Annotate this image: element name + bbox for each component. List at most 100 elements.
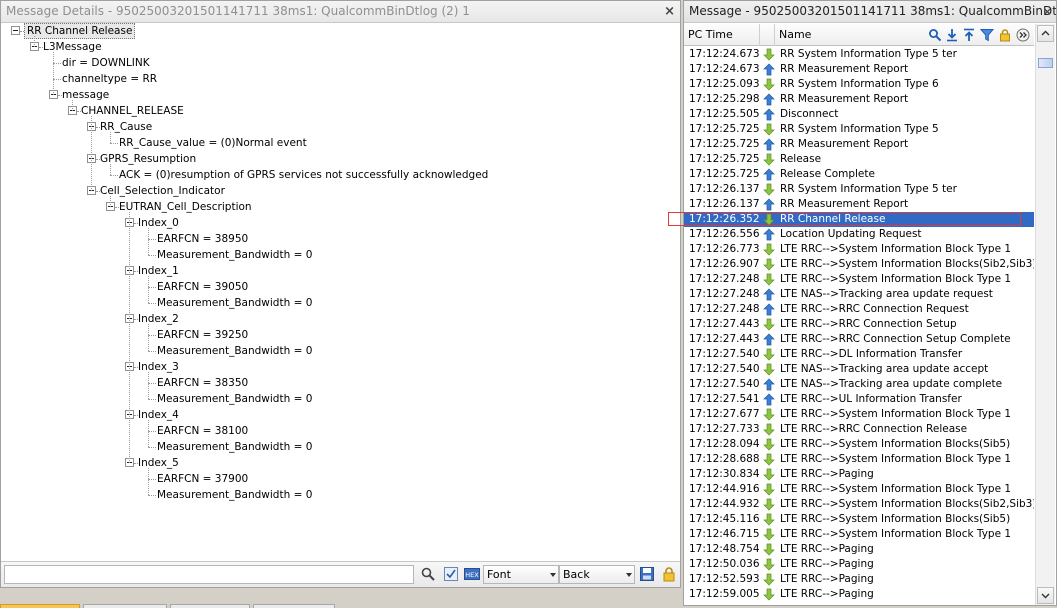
message-row[interactable]: 17:12:25.725 Release [684, 152, 1034, 167]
filter-icon[interactable] [980, 28, 994, 42]
tree-node-label: EARFCN = 39050 [157, 281, 249, 293]
message-row[interactable]: 17:12:24.673 RR System Information Type 5… [684, 47, 1034, 62]
close-icon[interactable]: × [664, 1, 675, 22]
scroll-up-button[interactable] [1037, 25, 1054, 42]
tree-leaf[interactable]: Measurement_Bandwidth = 0 [1, 247, 671, 263]
bottom-tab[interactable] [253, 604, 335, 608]
tree-node-expandable[interactable]: Index_5 [1, 455, 671, 471]
upload-icon[interactable] [962, 28, 976, 42]
font-combo[interactable]: Font [483, 565, 559, 584]
message-row[interactable]: 17:12:50.036 LTE RRC-->Paging [684, 557, 1034, 572]
message-row[interactable]: 17:12:25.298 RR Measurement Report [684, 92, 1034, 107]
tree-node-label: Index_3 [138, 361, 179, 373]
tree-node-expandable[interactable]: GPRS_Resumption [1, 151, 671, 167]
message-row[interactable]: 17:12:27.540 LTE NAS-->Tracking area upda… [684, 377, 1034, 392]
tree-node-expandable[interactable]: Index_4 [1, 407, 671, 423]
column-header-direction[interactable] [760, 24, 775, 46]
tree-node-expandable[interactable]: message [1, 87, 671, 103]
arrow-up-icon [763, 108, 775, 121]
tree-leaf[interactable]: Measurement_Bandwidth = 0 [1, 487, 671, 503]
bottom-tab[interactable] [170, 604, 250, 608]
message-row[interactable]: 17:12:25.725 Release Complete [684, 167, 1034, 182]
message-row[interactable]: 17:12:25.505 Disconnect [684, 107, 1034, 122]
message-row[interactable]: 17:12:26.137 RR Measurement Report [684, 197, 1034, 212]
message-row[interactable]: 17:12:27.540 LTE RRC-->DL Information Tra… [684, 347, 1034, 362]
message-row[interactable]: 17:12:45.116 LTE RRC-->System Information… [684, 512, 1034, 527]
tree-node-expandable[interactable]: EUTRAN_Cell_Description [1, 199, 671, 215]
message-row[interactable]: 17:12:27.733 LTE RRC-->RRC Connection Rel… [684, 422, 1034, 437]
lock-icon[interactable] [661, 566, 677, 582]
message-row[interactable]: 17:12:52.593 LTE RRC-->Paging [684, 572, 1034, 587]
message-row[interactable]: 17:12:27.443 LTE RRC-->RRC Connection Set… [684, 332, 1034, 347]
message-row[interactable]: 17:12:24.673 RR Measurement Report [684, 62, 1034, 77]
check-cell-icon[interactable] [443, 566, 459, 582]
bottom-tab[interactable] [83, 604, 167, 608]
message-row[interactable]: 17:12:26.137 RR System Information Type 5… [684, 182, 1034, 197]
tree-node-expandable[interactable]: Index_0 [1, 215, 671, 231]
vertical-scrollbar[interactable] [1035, 24, 1055, 605]
more-icon[interactable] [1016, 28, 1030, 42]
tree-leaf[interactable]: EARFCN = 39250 [1, 327, 671, 343]
column-header-name[interactable]: Name [775, 24, 925, 46]
tree-leaf[interactable]: Measurement_Bandwidth = 0 [1, 391, 671, 407]
message-row[interactable]: 17:12:27.443 LTE RRC-->RRC Connection Set… [684, 317, 1034, 332]
message-row[interactable]: 17:12:59.005 LTE RRC-->Paging [684, 587, 1034, 602]
column-header-time[interactable]: PC Time [684, 24, 760, 46]
tree-leaf[interactable]: channeltype = RR [1, 71, 671, 87]
message-row[interactable]: 17:12:46.715 LTE RRC-->System Information… [684, 527, 1034, 542]
tree-leaf[interactable]: Measurement_Bandwidth = 0 [1, 295, 671, 311]
message-row[interactable]: 17:12:28.688 LTE RRC-->System Information… [684, 452, 1034, 467]
bottom-tab-active[interactable] [0, 604, 80, 608]
tree-node-expandable[interactable]: RR_Cause [1, 119, 671, 135]
message-row[interactable]: 17:12:44.916 LTE RRC-->System Information… [684, 482, 1034, 497]
search-input[interactable] [4, 565, 414, 584]
tree-leaf[interactable]: Measurement_Bandwidth = 0 [1, 439, 671, 455]
search-icon[interactable] [928, 28, 942, 42]
tree-node-expandable[interactable]: L3Message [1, 39, 671, 55]
message-row[interactable]: 17:12:26.352 RR Channel Release [684, 212, 1034, 227]
message-row[interactable]: 17:12:25.725 RR Measurement Report [684, 137, 1034, 152]
close-icon[interactable]: × [1043, 1, 1052, 22]
search-icon[interactable] [420, 566, 436, 582]
tree-node-expandable[interactable]: RR Channel Release [1, 23, 671, 39]
tree-leaf[interactable]: Measurement_Bandwidth = 0 [1, 343, 671, 359]
tree-leaf[interactable]: EARFCN = 38950 [1, 231, 671, 247]
lock-icon[interactable] [998, 28, 1012, 42]
message-time: 17:12:26.352 [689, 213, 760, 225]
tree-leaf[interactable]: ACK = (0)resumption of GPRS services not… [1, 167, 671, 183]
message-row[interactable]: 17:12:48.754 LTE RRC-->Paging [684, 542, 1034, 557]
scroll-thumb[interactable] [1038, 58, 1053, 68]
message-row[interactable]: 17:12:27.248 LTE RRC-->RRC Connection Req… [684, 302, 1034, 317]
tree-node-expandable[interactable]: Index_1 [1, 263, 671, 279]
message-row[interactable]: 17:12:27.540 LTE NAS-->Tracking area upda… [684, 362, 1034, 377]
tree-leaf[interactable]: EARFCN = 38350 [1, 375, 671, 391]
tree-leaf[interactable]: EARFCN = 37900 [1, 471, 671, 487]
message-row[interactable]: 17:12:27.541 LTE RRC-->UL Information Tra… [684, 392, 1034, 407]
tree-leaf[interactable]: EARFCN = 38100 [1, 423, 671, 439]
message-row[interactable]: 17:12:25.093 RR System Information Type 6 [684, 77, 1034, 92]
message-row[interactable]: 17:12:26.556 Location Updating Request [684, 227, 1034, 242]
tree-node-expandable[interactable]: Index_2 [1, 311, 671, 327]
message-row[interactable]: 17:12:27.677 LTE RRC-->System Information… [684, 407, 1034, 422]
message-row[interactable]: 17:12:26.773 LTE RRC-->System Information… [684, 242, 1034, 257]
download-icon[interactable] [945, 28, 959, 42]
tree-leaf[interactable]: EARFCN = 39050 [1, 279, 671, 295]
collapse-toggle-icon[interactable] [11, 26, 20, 35]
message-row[interactable]: 17:12:25.725 RR System Information Type 5 [684, 122, 1034, 137]
message-row[interactable]: 17:12:27.248 LTE NAS-->Tracking area upda… [684, 287, 1034, 302]
save-icon[interactable] [639, 566, 655, 582]
message-row[interactable]: 17:12:28.094 LTE RRC-->System Information… [684, 437, 1034, 452]
message-row[interactable]: 17:12:27.248 LTE RRC-->System Information… [684, 272, 1034, 287]
back-combo[interactable]: Back [559, 565, 635, 584]
message-row[interactable]: 17:12:30.834 LTE RRC-->Paging [684, 467, 1034, 482]
message-row[interactable]: 17:12:44.932 LTE RRC-->System Information… [684, 497, 1034, 512]
tree-node-expandable[interactable]: CHANNEL_RELEASE [1, 103, 671, 119]
message-row[interactable]: 17:12:26.907 LTE RRC-->System Information… [684, 257, 1034, 272]
tree-node-expandable[interactable]: Index_3 [1, 359, 671, 375]
scroll-down-button[interactable] [1037, 587, 1054, 604]
tree-node-expandable[interactable]: Cell_Selection_Indicator [1, 183, 671, 199]
arrow-down-icon [763, 483, 775, 496]
tree-leaf[interactable]: RR_Cause_value = (0)Normal event [1, 135, 671, 151]
tree-leaf[interactable]: dir = DOWNLINK [1, 55, 671, 71]
hex-icon[interactable]: HEX [464, 566, 480, 582]
